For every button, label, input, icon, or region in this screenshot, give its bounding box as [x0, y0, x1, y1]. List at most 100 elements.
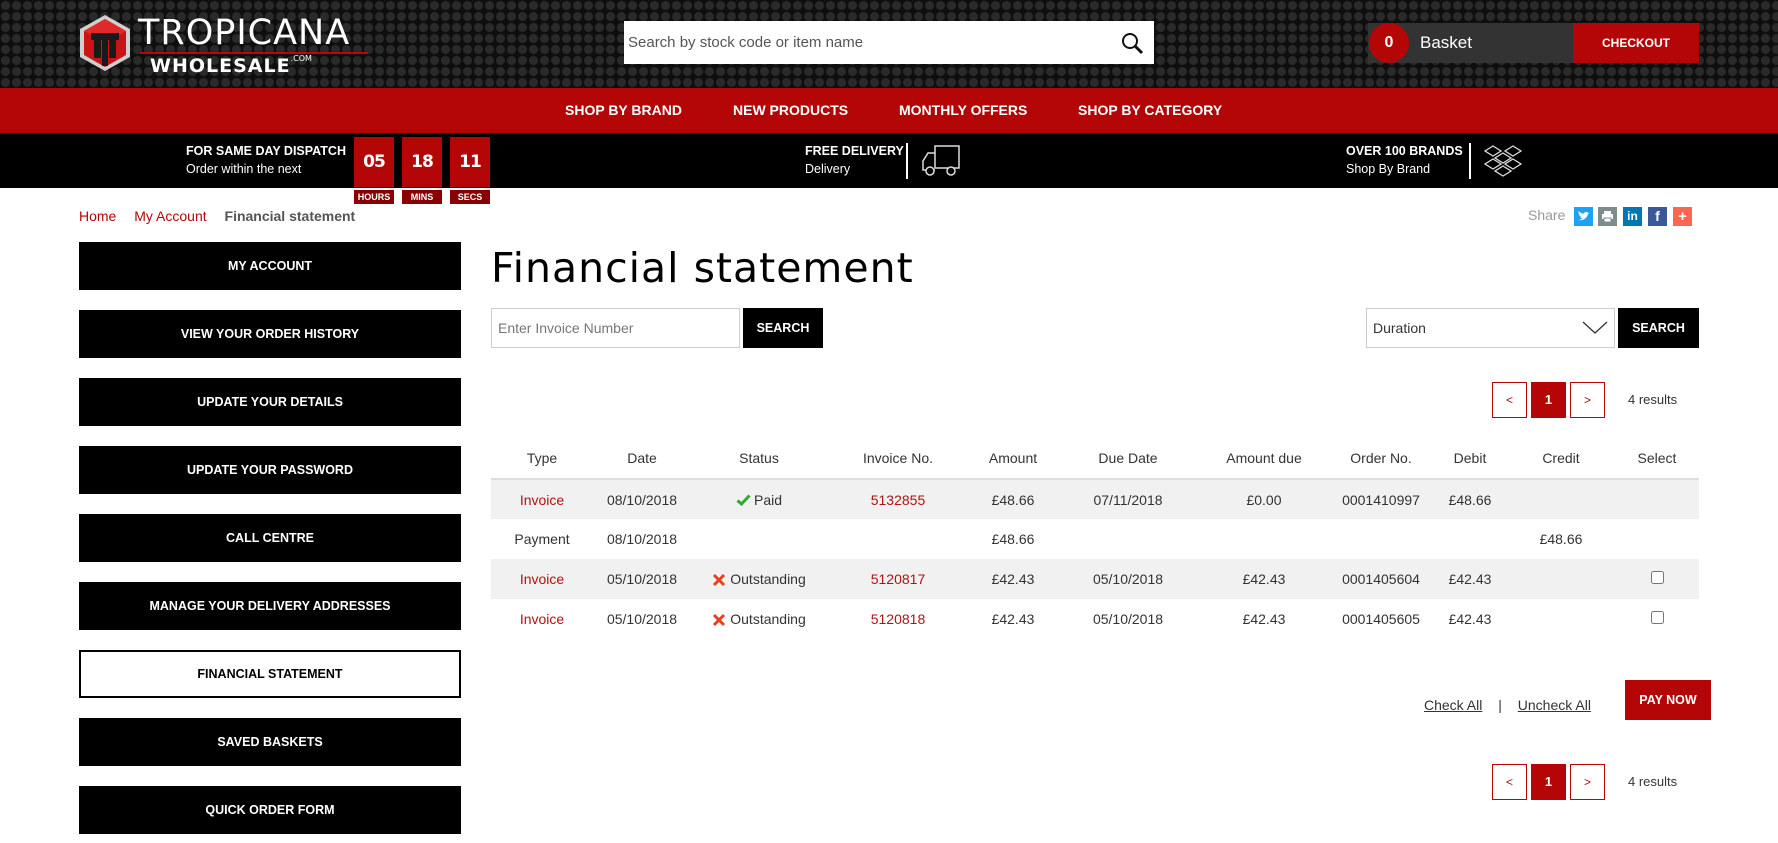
duration-select[interactable]: Duration [1366, 308, 1615, 348]
table-row: Payment 08/10/2018 £48.66 £48.66 [491, 519, 1699, 559]
dispatch-title: FOR SAME DAY DISPATCH [186, 144, 346, 158]
breadcrumb-my-account[interactable]: My Account [134, 208, 206, 224]
row-type[interactable]: Invoice [491, 559, 593, 599]
check-all-link[interactable]: Check All [1424, 697, 1482, 713]
logo-suffix: .COM [290, 54, 312, 63]
pagination-prev-bottom[interactable]: < [1492, 764, 1527, 800]
timer-mins-label: MINS [402, 190, 442, 204]
sidebar-item-saved-baskets[interactable]: SAVED BASKETS [79, 718, 461, 766]
row-invoice-no[interactable]: 5120817 [827, 559, 969, 599]
boxes-icon [1483, 145, 1523, 177]
row-debit [1433, 519, 1507, 559]
row-due-date: 07/11/2018 [1057, 479, 1199, 519]
row-date: 08/10/2018 [593, 479, 691, 519]
pagination-prev-top[interactable]: < [1492, 382, 1527, 418]
pagination-next-top[interactable]: > [1570, 382, 1605, 418]
delivery-subtitle: Delivery [805, 162, 851, 176]
twitter-icon[interactable] [1574, 207, 1593, 226]
check-links: Check All | Uncheck All [1424, 697, 1591, 713]
cross-icon [713, 573, 726, 587]
nav-shop-by-brand[interactable]: SHOP BY BRAND [565, 88, 682, 133]
invoice-number-input[interactable] [491, 308, 740, 348]
logo[interactable]: TROPICANA WHOLESALE.COM [78, 14, 368, 77]
sidebar-item-my-account[interactable]: MY ACCOUNT [79, 242, 461, 290]
pagination-page-1-top[interactable]: 1 [1531, 382, 1566, 418]
row-credit [1507, 559, 1615, 599]
col-amount: Amount [969, 437, 1057, 480]
row-type: Payment [514, 531, 570, 547]
sidebar-item-update-details[interactable]: UPDATE YOUR DETAILS [79, 378, 461, 426]
linkedin-icon[interactable]: in [1623, 207, 1642, 226]
check-separator: | [1498, 697, 1502, 713]
col-status: Status [691, 437, 827, 480]
status-text: Paid [753, 491, 783, 508]
brands-title[interactable]: OVER 100 BRANDS [1346, 144, 1463, 158]
col-invoice-no: Invoice No. [827, 437, 969, 480]
row-status [691, 519, 827, 559]
row-type[interactable]: Invoice [491, 599, 593, 639]
delivery-title: FREE DELIVERY [805, 144, 904, 158]
row-amount: £42.43 [969, 559, 1057, 599]
checkout-button[interactable]: CHECKOUT [1573, 23, 1699, 63]
delivery-divider [906, 143, 908, 179]
col-due-date: Due Date [1057, 437, 1199, 480]
sidebar-item-call-centre[interactable]: CALL CENTRE [79, 514, 461, 562]
pay-now-button[interactable]: PAY NOW [1625, 680, 1711, 720]
page-title: Financial statement [491, 244, 914, 292]
row-amount-due [1199, 519, 1329, 559]
facebook-icon[interactable]: f [1648, 207, 1667, 226]
results-count-bottom: 4 results [1628, 774, 1678, 789]
nav-new-products[interactable]: NEW PRODUCTS [733, 88, 848, 133]
statement-table: Type Date Status Invoice No. Amount Due … [491, 437, 1699, 639]
site-search-input[interactable] [628, 21, 1098, 64]
row-select-checkbox[interactable] [1650, 611, 1664, 624]
row-invoice-no[interactable]: 5132855 [827, 479, 969, 519]
table-row: Invoice 05/10/2018 Outstanding 5120818 £… [491, 599, 1699, 639]
pagination-page-1-bottom[interactable]: 1 [1531, 764, 1566, 800]
row-date: 05/10/2018 [606, 611, 678, 627]
row-amount-due: £0.00 [1199, 479, 1329, 519]
timer-secs: 11 [450, 137, 490, 187]
more-share-icon[interactable]: + [1673, 207, 1692, 226]
row-select [1615, 519, 1699, 559]
results-count-top: 4 results [1628, 392, 1678, 407]
nav-shop-by-category[interactable]: SHOP BY CATEGORY [1078, 88, 1222, 133]
row-status: Outstanding [691, 599, 827, 639]
pagination-next-bottom[interactable]: > [1570, 764, 1605, 800]
sidebar-item-update-password[interactable]: UPDATE YOUR PASSWORD [79, 446, 461, 494]
row-credit: £48.66 [1539, 531, 1583, 547]
table-row: Invoice 05/10/2018 Outstanding 5120817 £… [491, 559, 1699, 599]
row-date: 05/10/2018 [593, 559, 691, 599]
status-text: Outstanding [730, 611, 806, 627]
duration-search-button[interactable]: SEARCH [1618, 308, 1699, 348]
uncheck-all-link[interactable]: Uncheck All [1518, 697, 1591, 713]
brands-subtitle[interactable]: Shop By Brand [1346, 162, 1430, 176]
row-invoice-no [827, 519, 969, 559]
share-label: Share [1528, 207, 1566, 223]
row-select-checkbox[interactable] [1650, 571, 1664, 584]
row-order-no: 0001405604 [1329, 559, 1433, 599]
site-header: TROPICANA WHOLESALE.COM 0 Basket CHECKOU… [0, 0, 1778, 88]
basket-count-badge: 0 [1369, 23, 1409, 63]
sidebar-item-order-history[interactable]: VIEW YOUR ORDER HISTORY [79, 310, 461, 358]
print-icon[interactable] [1598, 207, 1617, 226]
row-invoice-no[interactable]: 5120818 [827, 599, 969, 639]
row-order-no: 0001405605 [1342, 611, 1420, 627]
basket-label[interactable]: Basket [1420, 23, 1472, 63]
col-date: Date [593, 437, 691, 480]
row-date: 08/10/2018 [606, 531, 678, 547]
row-select [1615, 559, 1699, 599]
sidebar-item-quick-order-form[interactable]: QUICK ORDER FORM [79, 786, 461, 834]
row-debit: £42.43 [1433, 559, 1507, 599]
breadcrumb-home[interactable]: Home [79, 208, 116, 224]
sidebar-item-delivery-addresses[interactable]: MANAGE YOUR DELIVERY ADDRESSES [79, 582, 461, 630]
invoice-search-button[interactable]: SEARCH [743, 308, 823, 348]
sidebar-item-financial-statement[interactable]: FINANCIAL STATEMENT [79, 650, 461, 698]
duration-selected-value: Duration [1373, 320, 1426, 336]
col-amount-due: Amount due [1199, 437, 1329, 480]
search-icon[interactable] [1120, 31, 1144, 55]
row-type[interactable]: Invoice [491, 479, 593, 519]
nav-monthly-offers[interactable]: MONTHLY OFFERS [899, 88, 1027, 133]
brands-divider [1469, 143, 1471, 179]
row-status: Paid [691, 479, 827, 519]
